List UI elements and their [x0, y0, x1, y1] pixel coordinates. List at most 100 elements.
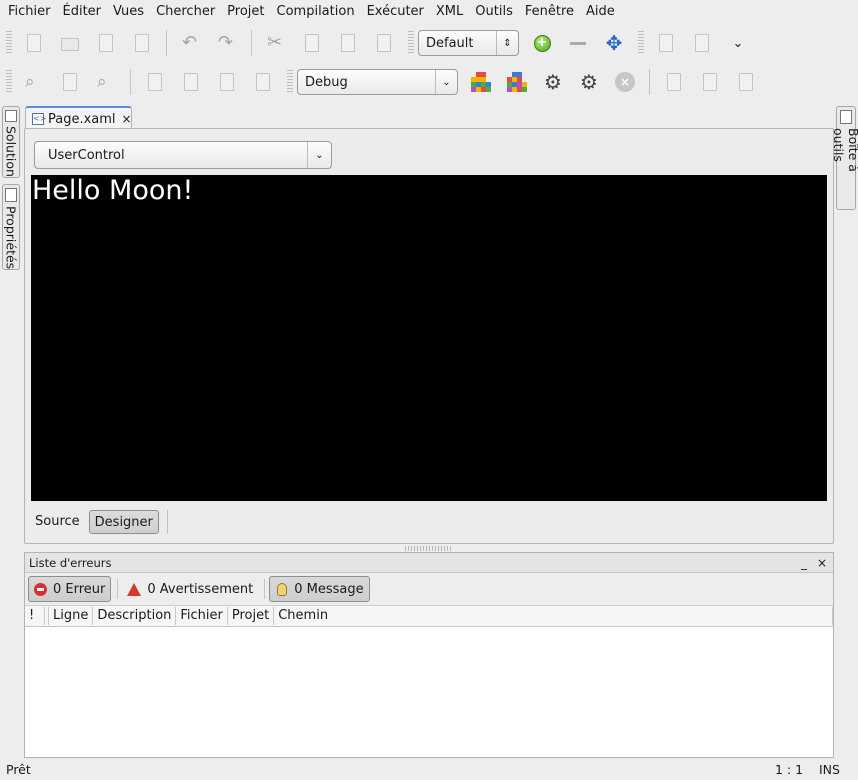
move-arrows-icon: ✥ [605, 31, 623, 55]
fullscreen-button[interactable]: ✥ [599, 28, 629, 58]
bookmark-prev-button[interactable] [176, 67, 206, 97]
bookmark-toggle-button[interactable] [140, 67, 170, 97]
toolbar-separator [649, 69, 650, 95]
properties-pad-tab[interactable]: Propriétés [2, 184, 20, 270]
pane-splitter[interactable] [405, 546, 453, 551]
toolbar-grip[interactable] [638, 31, 644, 55]
menu-compilation[interactable]: Compilation [271, 0, 361, 24]
error-list-title: Liste d'erreurs [29, 555, 112, 570]
toolbox-pad-label: Boîte à outils [831, 127, 858, 172]
toolbox-pad-tab[interactable]: Boîte à outils [831, 106, 858, 210]
view-tabs-separator [166, 510, 168, 534]
navigate-back-button[interactable] [651, 28, 681, 58]
tab-designer[interactable]: Designer [88, 510, 159, 534]
toolbar-separator [166, 30, 167, 56]
redo-button[interactable]: ↷ [212, 28, 242, 58]
step-into-button[interactable] [695, 67, 725, 97]
layout-combo[interactable]: Default ⇕ [418, 30, 519, 56]
errors-toggle-button[interactable]: 0 Erreur [28, 576, 112, 602]
undo-button[interactable]: ↶ [176, 28, 206, 58]
bookmark-clear-button[interactable] [248, 67, 278, 97]
find-button[interactable]: ⌕ [19, 67, 49, 97]
open-button[interactable] [55, 28, 85, 58]
cut-button[interactable]: ✂ [261, 28, 291, 58]
step-over-icon [667, 73, 681, 91]
replace-button[interactable]: ⌕ [91, 67, 121, 97]
navigate-back-icon [659, 34, 673, 52]
remove-layout-button[interactable] [563, 28, 593, 58]
chevron-down-icon: ⌄ [732, 35, 744, 51]
paste-icon [341, 34, 355, 52]
build-toolbar: ⌕ ⌕ Debug ⌄ ⚙ ⚙ × [0, 63, 858, 101]
menu-chercher[interactable]: Chercher [150, 0, 221, 24]
menu-editer[interactable]: Éditer [57, 0, 108, 24]
menu-fichier[interactable]: Fichier [2, 0, 57, 24]
error-list-header: Liste d'erreurs _ × [25, 553, 833, 573]
gears-icon: ⚙ [544, 70, 562, 94]
configuration-combo[interactable]: Debug ⌄ [297, 69, 458, 95]
bookmark-next-button[interactable] [212, 67, 242, 97]
close-pad-icon[interactable]: × [817, 553, 827, 573]
build-button[interactable] [466, 67, 496, 97]
close-tab-icon[interactable]: × [122, 112, 132, 126]
error-list-toolbar: 0 Erreur 0 Avertissement 0 Message [25, 573, 833, 605]
column-ligne[interactable]: Ligne [49, 607, 94, 625]
column-fichier[interactable]: Fichier [176, 607, 228, 625]
column-description[interactable]: Description [93, 607, 177, 625]
step-out-button[interactable] [731, 67, 761, 97]
find-in-files-button[interactable] [55, 67, 85, 97]
column-projet[interactable]: Projet [228, 607, 275, 625]
add-layout-button[interactable]: + [527, 28, 557, 58]
error-list-columns: ! Ligne Description Fichier Projet Chemi… [25, 605, 833, 627]
step-into-icon [703, 73, 717, 91]
delete-button[interactable] [369, 28, 399, 58]
navigate-forward-button[interactable] [687, 28, 717, 58]
minus-icon [570, 41, 586, 45]
toolbar-grip[interactable] [6, 31, 12, 55]
debug-button[interactable]: ⚙ [574, 67, 604, 97]
xaml-file-icon: <> [32, 113, 47, 125]
toolbar-grip[interactable] [6, 70, 12, 94]
errors-toggle-label: 0 Erreur [53, 581, 106, 597]
solution-icon [5, 110, 17, 123]
save-all-button[interactable] [127, 28, 157, 58]
toolbar-overflow-button[interactable]: ⌄ [723, 28, 753, 58]
configuration-combo-value: Debug [305, 74, 348, 90]
run-button[interactable]: ⚙ [538, 67, 568, 97]
designer-canvas[interactable]: Hello Moon! [31, 175, 827, 501]
status-text: Prêt [6, 762, 31, 777]
copy-button[interactable] [297, 28, 327, 58]
menu-aide[interactable]: Aide [580, 0, 621, 24]
toolbar-grip[interactable] [408, 31, 414, 55]
main-toolbar: ↶ ↷ ✂ Default ⇕ + ✥ ⌄ [0, 24, 858, 62]
warnings-toggle-button[interactable]: 0 Avertissement [122, 576, 258, 602]
menu-projet[interactable]: Projet [221, 0, 270, 24]
minimize-pad-icon[interactable]: _ [801, 553, 807, 573]
paste-button[interactable] [333, 28, 363, 58]
solution-pad-tab[interactable]: Solution [2, 106, 20, 178]
element-combo[interactable]: UserControl ⌄ [34, 141, 332, 169]
stop-button[interactable]: × [610, 67, 640, 97]
menu-outils[interactable]: Outils [469, 0, 519, 24]
menu-fenetre[interactable]: Fenêtre [519, 0, 580, 24]
error-icon [34, 582, 47, 596]
column-chemin[interactable]: Chemin [274, 607, 833, 625]
tab-source[interactable]: Source [30, 510, 85, 534]
rebuild-blocks-icon [507, 72, 527, 92]
rebuild-button[interactable] [502, 67, 532, 97]
error-list-pad: Liste d'erreurs _ × 0 Erreur 0 Avertisse… [24, 552, 834, 758]
save-button[interactable] [91, 28, 121, 58]
layout-combo-value: Default [426, 35, 474, 51]
messages-toggle-button[interactable]: 0 Message [269, 576, 370, 602]
step-over-button[interactable] [659, 67, 689, 97]
column-severity[interactable]: ! [25, 607, 45, 625]
toolbar-grip[interactable] [287, 70, 293, 94]
new-file-button[interactable] [19, 28, 49, 58]
copy-icon [305, 34, 319, 52]
menu-executer[interactable]: Exécuter [361, 0, 430, 24]
delete-icon [377, 34, 391, 52]
menu-vues[interactable]: Vues [107, 0, 150, 24]
menu-xml[interactable]: XML [430, 0, 469, 24]
document-tab[interactable]: <> Page.xaml × [25, 106, 132, 130]
gears-run-icon: ⚙ [580, 70, 598, 94]
